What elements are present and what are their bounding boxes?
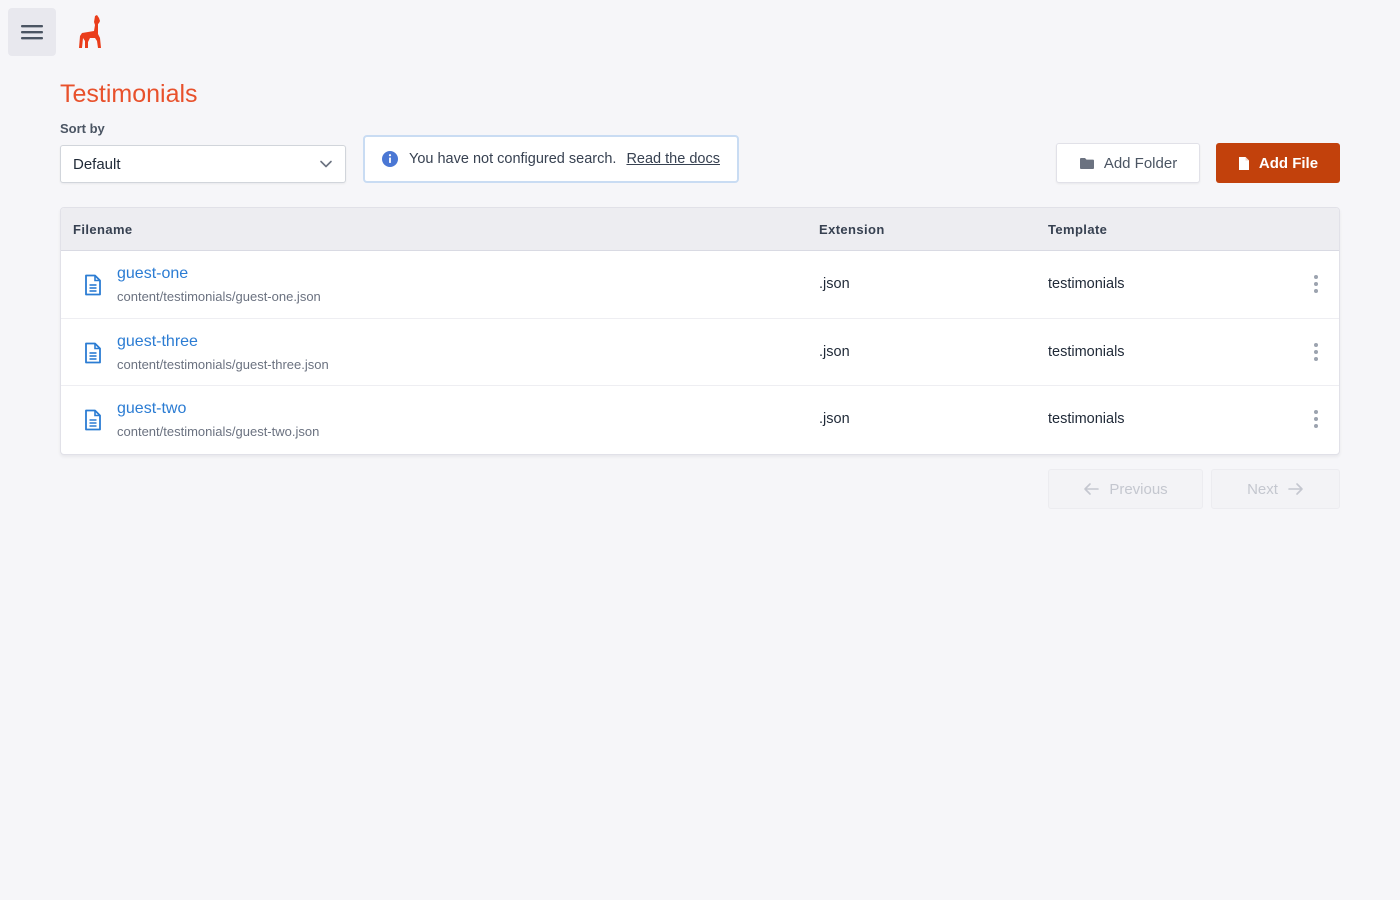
sort-select[interactable]: Default bbox=[60, 145, 346, 183]
previous-page-button[interactable]: Previous bbox=[1048, 469, 1203, 509]
chevron-down-icon bbox=[320, 160, 332, 168]
page-title: Testimonials bbox=[60, 80, 198, 108]
row-actions-kebab-icon[interactable] bbox=[1305, 269, 1327, 299]
previous-label: Previous bbox=[1109, 480, 1168, 498]
document-icon bbox=[85, 409, 101, 431]
table-row[interactable]: guest-one content/testimonials/guest-one… bbox=[61, 251, 1339, 319]
column-extension[interactable]: Extension bbox=[819, 222, 885, 237]
add-file-label: Add File bbox=[1258, 154, 1319, 172]
file-extension: .json bbox=[819, 276, 850, 292]
read-docs-link[interactable]: Read the docs bbox=[626, 151, 720, 167]
next-page-button[interactable]: Next bbox=[1211, 469, 1340, 509]
search-notice-text: You have not configured search. bbox=[409, 151, 617, 167]
file-path: content/testimonials/guest-three.json bbox=[117, 356, 329, 372]
file-name-link[interactable]: guest-one bbox=[117, 265, 188, 283]
arrow-right-icon bbox=[1288, 483, 1303, 495]
next-label: Next bbox=[1247, 480, 1278, 498]
file-path: content/testimonials/guest-one.json bbox=[117, 289, 321, 304]
table-header: Filename Extension Template bbox=[61, 208, 1339, 251]
file-path: content/testimonials/guest-two.json bbox=[117, 424, 320, 439]
files-table: Filename Extension Template guest-one co… bbox=[60, 207, 1340, 455]
file-extension: .json bbox=[819, 343, 850, 360]
file-template: testimonials bbox=[1048, 276, 1125, 292]
sort-selected-value: Default bbox=[73, 155, 121, 173]
column-template[interactable]: Template bbox=[1048, 222, 1107, 237]
hamburger-icon bbox=[21, 25, 43, 40]
folder-icon bbox=[1079, 157, 1094, 169]
document-icon bbox=[85, 274, 101, 296]
file-extension: .json bbox=[819, 411, 850, 427]
arrow-left-icon bbox=[1084, 483, 1100, 495]
menu-button[interactable] bbox=[8, 8, 56, 56]
table-row[interactable]: guest-three content/testimonials/guest-t… bbox=[61, 319, 1339, 386]
file-icon bbox=[1238, 156, 1249, 170]
row-actions-kebab-icon[interactable] bbox=[1305, 337, 1327, 367]
llama-logo-icon[interactable] bbox=[78, 14, 106, 50]
add-file-button[interactable]: Add File bbox=[1216, 143, 1340, 183]
top-bar bbox=[0, 0, 1400, 64]
table-row[interactable]: guest-two content/testimonials/guest-two… bbox=[61, 386, 1339, 454]
file-name-link[interactable]: guest-two bbox=[117, 400, 186, 418]
document-icon bbox=[85, 342, 101, 363]
sort-label: Sort by bbox=[60, 121, 105, 136]
info-icon bbox=[382, 151, 398, 167]
search-notice: You have not configured search. Read the… bbox=[363, 135, 739, 183]
file-template: testimonials bbox=[1048, 343, 1125, 360]
file-name-link[interactable]: guest-three bbox=[117, 333, 198, 351]
file-template: testimonials bbox=[1048, 411, 1125, 427]
column-filename[interactable]: Filename bbox=[73, 222, 133, 237]
add-folder-label: Add Folder bbox=[1103, 154, 1178, 172]
add-folder-button[interactable]: Add Folder bbox=[1056, 143, 1200, 183]
row-actions-kebab-icon[interactable] bbox=[1305, 404, 1327, 434]
